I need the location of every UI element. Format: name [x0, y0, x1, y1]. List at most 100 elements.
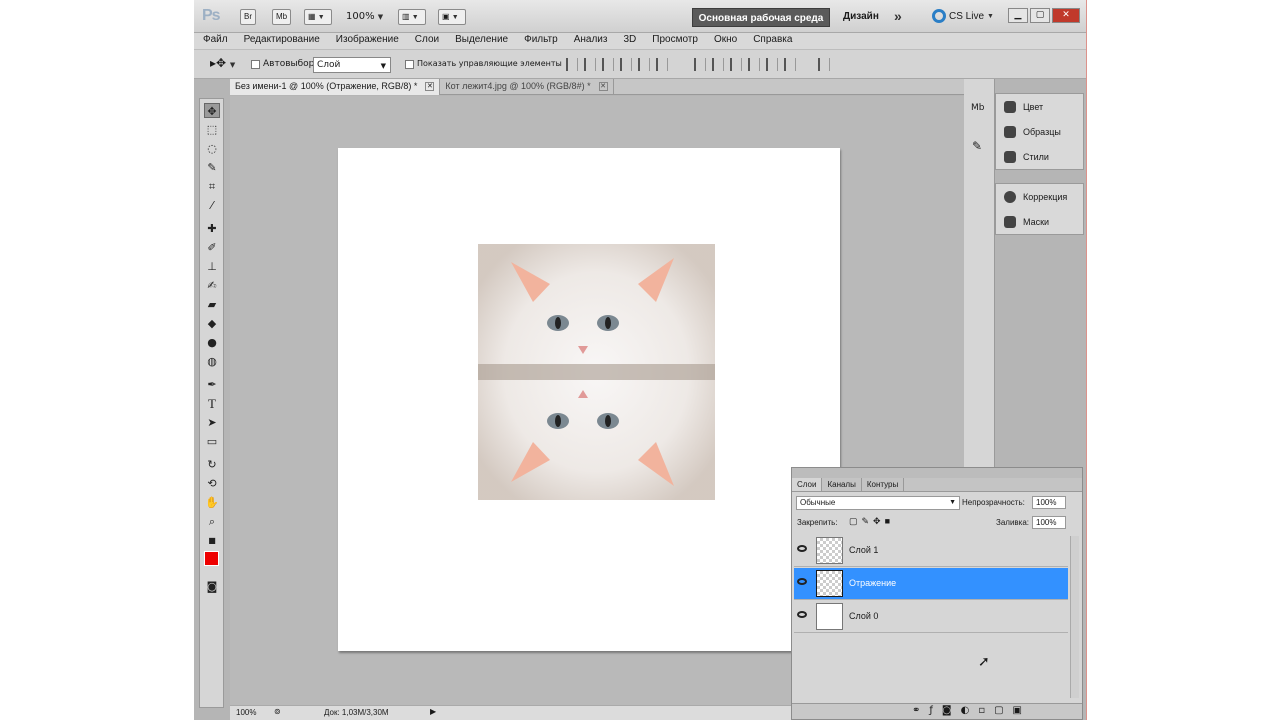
align-right-icon[interactable] — [656, 58, 668, 71]
dock-item-styles[interactable]: Стили — [996, 144, 1083, 169]
paint-bucket-tool-icon[interactable]: ◆ — [204, 316, 220, 331]
history-brush-tool-icon[interactable]: ✍ — [204, 278, 220, 293]
crop-tool-icon[interactable]: ⌗ — [204, 179, 220, 194]
menu-filter[interactable]: Фильтр — [524, 33, 558, 49]
layer-row-selected[interactable]: Отражение — [794, 568, 1068, 600]
marquee-tool-icon[interactable]: ⬚ — [204, 122, 220, 137]
lasso-tool-icon[interactable]: ◌ — [204, 141, 220, 156]
zoom-tool-icon[interactable]: ⌕ — [204, 514, 220, 529]
panel-header[interactable] — [792, 468, 1082, 478]
fill-field[interactable]: 100% — [1032, 516, 1066, 529]
minimize-button[interactable]: ▁ — [1008, 8, 1028, 23]
design-workspace-link[interactable]: Дизайн — [843, 11, 879, 22]
layers-panel-tabs: Слои Каналы Контуры — [792, 478, 1082, 492]
clone-stamp-tool-icon[interactable]: ⊥ — [204, 259, 220, 274]
healing-brush-tool-icon[interactable]: ✚ — [204, 221, 220, 236]
3d-orbit-tool-icon[interactable]: ⟲ — [204, 476, 220, 491]
align-left-icon[interactable] — [620, 58, 632, 71]
menu-file[interactable]: Файл — [203, 33, 228, 49]
dock-item-color[interactable]: Цвет — [996, 94, 1083, 119]
layer-action-icons[interactable]: ⚭ƒ◙◐▫▢▣ — [912, 705, 1031, 716]
zoom-level[interactable]: 100% ▼ — [346, 11, 383, 22]
align-bottom-icon[interactable] — [602, 58, 614, 71]
hand-tool-icon[interactable]: ✋ — [204, 495, 220, 510]
close-icon[interactable]: ✕ — [425, 82, 435, 91]
tab-paths[interactable]: Контуры — [862, 478, 905, 491]
tab-cat-image[interactable]: Кот лежит4.jpg @ 100% (RGB/8#) * ✕ — [440, 79, 614, 95]
close-button[interactable]: ✕ — [1052, 8, 1080, 23]
bridge-button[interactable]: Br — [240, 9, 256, 25]
minibridge-button[interactable]: Mb — [272, 9, 292, 25]
close-icon[interactable]: ✕ — [598, 82, 608, 91]
maximize-button[interactable]: ▢ — [1030, 8, 1050, 23]
show-controls-checkbox[interactable] — [405, 59, 414, 70]
tab-channels[interactable]: Каналы — [822, 478, 862, 491]
type-tool-icon[interactable]: T — [204, 396, 220, 411]
tab-untitled[interactable]: Без имени-1 @ 100% (Отражение, RGB/8) * … — [230, 79, 441, 95]
auto-align-icon[interactable] — [818, 58, 830, 71]
dock-item-masks[interactable]: Маски — [996, 209, 1083, 234]
brush-tool-icon[interactable]: ✐ — [204, 240, 220, 255]
swap-colors-icon[interactable]: ■ ⇄ — [204, 533, 220, 560]
menu-select[interactable]: Выделение — [455, 33, 508, 49]
align-top-icon[interactable] — [566, 58, 578, 71]
dodge-tool-icon[interactable]: ◍ — [204, 354, 220, 369]
distribute-left-icon[interactable] — [748, 58, 760, 71]
distribute-bottom-icon[interactable] — [730, 58, 742, 71]
autoselect-checkbox[interactable] — [251, 59, 260, 70]
autoselect-select[interactable]: Слой ▼ — [313, 57, 391, 73]
eraser-tool-icon[interactable]: ▰ — [204, 297, 220, 312]
document-canvas[interactable] — [338, 148, 840, 651]
lock-icons[interactable]: ▢✎✥■ — [849, 516, 894, 527]
status-menu-arrow-icon[interactable]: ▶ — [430, 707, 436, 716]
menu-window[interactable]: Окно — [714, 33, 737, 49]
layer-row[interactable]: Слой 0 — [794, 601, 1068, 633]
tab-layers[interactable]: Слои — [792, 478, 823, 491]
workspace-button[interactable]: Основная рабочая среда — [692, 8, 830, 27]
menu-layer[interactable]: Слои — [415, 33, 439, 49]
menu-3d[interactable]: 3D — [623, 33, 636, 49]
blend-mode-select[interactable]: Обычные ▼ — [796, 496, 960, 510]
foreground-color-swatch[interactable] — [204, 551, 219, 566]
menu-analysis[interactable]: Анализ — [574, 33, 608, 49]
quick-select-tool-icon[interactable]: ✎ — [204, 160, 220, 175]
layers-scrollbar[interactable] — [1070, 536, 1079, 698]
menu-edit[interactable]: Редактирование — [244, 33, 320, 49]
move-tool-icon[interactable]: ✥ — [204, 103, 220, 118]
align-hcenter-icon[interactable] — [638, 58, 650, 71]
screen-mode-button[interactable]: ▣ ▼ — [438, 9, 466, 25]
cs-live-label: CS Live — [949, 10, 985, 22]
menu-view[interactable]: Просмотр — [652, 33, 698, 49]
menu-help[interactable]: Справка — [753, 33, 792, 49]
distribute-vcenter-icon[interactable] — [712, 58, 724, 71]
blur-tool-icon[interactable]: ● — [204, 335, 220, 350]
distribute-hcenter-icon[interactable] — [766, 58, 778, 71]
history-panel-icon[interactable]: ✎ — [972, 139, 982, 153]
quick-mask-icon[interactable]: ◙ — [204, 579, 220, 594]
pen-tool-icon[interactable]: ✒ — [204, 377, 220, 392]
distribute-top-icon[interactable] — [694, 58, 706, 71]
status-zoom[interactable]: 100% — [236, 708, 256, 717]
dock-item-swatches[interactable]: Образцы — [996, 119, 1083, 144]
3d-rotate-tool-icon[interactable]: ↻ — [204, 457, 220, 472]
more-workspaces-icon[interactable]: » — [894, 8, 902, 24]
path-selection-tool-icon[interactable]: ➤ — [204, 415, 220, 430]
view-extras-button[interactable]: ▦ ▼ — [304, 9, 332, 25]
distribute-right-icon[interactable] — [784, 58, 796, 71]
status-options-icon[interactable]: ⊚ — [274, 707, 281, 716]
align-vcenter-icon[interactable] — [584, 58, 596, 71]
opacity-field[interactable]: 100% — [1032, 496, 1066, 509]
eyedropper-tool-icon[interactable]: ⁄ — [204, 198, 220, 213]
eye-icon[interactable] — [797, 611, 807, 618]
arrange-documents-button[interactable]: ▥ ▼ — [398, 9, 426, 25]
eye-icon[interactable] — [797, 578, 807, 585]
dock-item-adjustments[interactable]: Коррекция — [996, 184, 1083, 209]
minibridge-panel-icon[interactable]: Mb — [971, 103, 984, 113]
chevron-down-icon: ▼ — [380, 62, 386, 70]
eye-icon[interactable] — [797, 545, 807, 552]
cs-live-button[interactable]: CS Live ▼ — [932, 9, 994, 23]
rectangle-tool-icon[interactable]: ▭ — [204, 434, 220, 449]
move-tool-preset-icon[interactable]: ▸✥ ▼ — [210, 56, 235, 70]
menu-image[interactable]: Изображение — [336, 33, 399, 49]
layer-row[interactable]: Слой 1 — [794, 535, 1068, 567]
